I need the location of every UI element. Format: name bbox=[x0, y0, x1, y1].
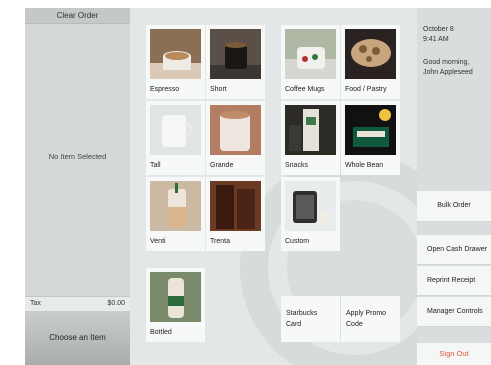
choose-item-button[interactable]: Choose an Item bbox=[25, 311, 130, 365]
tall-photo bbox=[150, 105, 201, 155]
menu-item-coffee-mugs[interactable]: Coffee Mugs bbox=[281, 25, 340, 99]
manager-controls-button[interactable]: Manager Controls bbox=[417, 297, 491, 327]
espresso-photo bbox=[150, 29, 201, 79]
tax-value: $0.00 bbox=[107, 300, 125, 307]
short-photo bbox=[210, 29, 261, 79]
empty-order-message: No Item Selected bbox=[48, 152, 107, 161]
clear-order-button[interactable]: Clear Order bbox=[25, 8, 130, 24]
whole-bean-photo bbox=[345, 105, 396, 155]
side-panel: October 8 9:41 AM Good morning, John App… bbox=[417, 8, 491, 365]
menu-item-short[interactable]: Short bbox=[206, 25, 265, 99]
reprint-receipt-button[interactable]: Reprint Receipt bbox=[417, 266, 491, 296]
open-cash-drawer-button[interactable]: Open Cash Drawer bbox=[417, 235, 491, 265]
date-time: October 8 9:41 AM bbox=[423, 26, 454, 43]
menu-item-venti[interactable]: Venti bbox=[146, 177, 205, 251]
menu-item-whole-bean[interactable]: Whole Bean bbox=[341, 101, 400, 175]
snacks-photo bbox=[285, 105, 336, 155]
menu-item-tall[interactable]: Tall bbox=[146, 101, 205, 175]
bottled-photo bbox=[150, 272, 201, 322]
apply-promo-code-button[interactable]: Apply Promo Code bbox=[341, 296, 400, 342]
menu-item-trenta[interactable]: Trenta bbox=[206, 177, 265, 251]
menu-item-snacks[interactable]: Snacks bbox=[281, 101, 340, 175]
greeting: Good morning, John Appleseed bbox=[423, 59, 473, 76]
starbucks-card-button[interactable]: Starbucks Card bbox=[281, 296, 340, 342]
pos-app: Clear Order No Item Selected Tax $0.00 C… bbox=[25, 8, 491, 365]
tax-row: Tax $0.00 bbox=[25, 296, 130, 312]
grande-photo bbox=[210, 105, 261, 155]
tax-label: Tax bbox=[30, 300, 41, 307]
menu-item-custom[interactable]: Custom bbox=[281, 177, 340, 251]
menu-item-bottled[interactable]: Bottled bbox=[146, 268, 205, 342]
custom-photo bbox=[285, 181, 336, 231]
trenta-photo bbox=[210, 181, 261, 231]
bulk-order-button[interactable]: Bulk Order bbox=[417, 191, 491, 222]
menu-item-grande[interactable]: Grande bbox=[206, 101, 265, 175]
order-panel: Clear Order No Item Selected Tax $0.00 C… bbox=[25, 8, 130, 365]
menu-item-espresso[interactable]: Espresso bbox=[146, 25, 205, 99]
food-pastry-photo bbox=[345, 29, 396, 79]
venti-photo bbox=[150, 181, 201, 231]
coffee-mugs-photo bbox=[285, 29, 336, 79]
menu-item-food-pastry[interactable]: Food / Pastry bbox=[341, 25, 400, 99]
sign-out-button[interactable]: Sign Out bbox=[417, 343, 491, 365]
